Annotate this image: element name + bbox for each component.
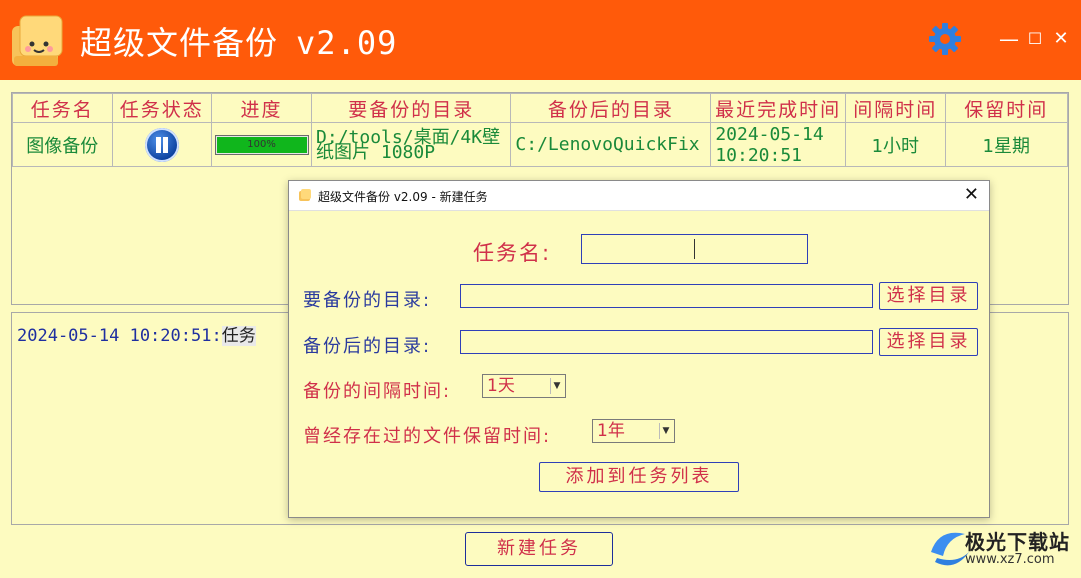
title-bar: 超级文件备份 v2.09 — ☐ ✕ (0, 0, 1081, 80)
dialog-title-bar: 超级文件备份 v2.09 - 新建任务 ✕ (289, 181, 989, 211)
interval-value: 1天 (487, 376, 515, 396)
header-dest-dir[interactable]: 备份后的目录 (510, 93, 712, 123)
app-title: 超级文件备份 v2.09 (80, 18, 397, 64)
text-cursor (694, 239, 695, 259)
task-name-input[interactable] (581, 234, 808, 264)
source-dir-input[interactable] (460, 284, 873, 308)
pick-dest-dir-button[interactable]: 选择目录 (879, 328, 978, 356)
interval-label: 备份的间隔时间: (303, 381, 452, 402)
cell-source-dir[interactable]: D:/tools/桌面/4K壁纸图片 1080P (311, 122, 512, 167)
app-logo-icon (12, 15, 63, 66)
progress-bar: 100% (214, 135, 309, 155)
table-row[interactable]: 图像备份 100% D:/tools/桌面/4K壁纸图片 1080P C:/Le… (12, 122, 1069, 167)
log-line: 2024-05-14 10:20:51:任务 (17, 321, 256, 346)
dest-dir-label: 备份后的目录: (303, 336, 432, 357)
app-logo-icon (299, 189, 311, 201)
interval-select[interactable]: 1天 ▼ (482, 374, 566, 398)
cell-interval[interactable]: 1小时 (845, 122, 946, 167)
table-header-row: 任务名 任务状态 进度 要备份的目录 备份后的目录 最近完成时间 间隔时间 保留… (12, 93, 1069, 123)
close-icon[interactable]: ✕ (1050, 26, 1072, 52)
progress-label: 100% (247, 139, 276, 150)
watermark-url: www.xz7.com (965, 552, 1055, 567)
new-task-button[interactable]: 新建任务 (465, 532, 613, 566)
header-progress[interactable]: 进度 (211, 93, 313, 123)
pick-source-dir-button[interactable]: 选择目录 (879, 282, 978, 310)
minimize-icon[interactable]: — (998, 26, 1020, 52)
close-icon[interactable]: ✕ (964, 184, 979, 205)
dest-dir-input[interactable] (460, 330, 873, 354)
header-source-dir[interactable]: 要备份的目录 (311, 93, 512, 123)
keep-label: 曾经存在过的文件保留时间: (303, 426, 552, 447)
keep-select[interactable]: 1年 ▼ (592, 419, 675, 443)
keep-value: 1年 (597, 421, 625, 441)
add-to-task-list-button[interactable]: 添加到任务列表 (539, 462, 739, 492)
app-name: 超级文件备份 (80, 24, 279, 62)
header-task-state[interactable]: 任务状态 (111, 93, 213, 123)
header-last-done[interactable]: 最近完成时间 (710, 93, 847, 123)
header-task-name[interactable]: 任务名 (12, 93, 113, 123)
app-version: v2.09 (296, 24, 398, 62)
dialog-title: 超级文件备份 v2.09 - 新建任务 (318, 190, 488, 204)
source-dir-label: 要备份的目录: (303, 290, 432, 311)
chevron-down-icon[interactable]: ▼ (659, 423, 672, 439)
maximize-icon[interactable]: ☐ (1024, 26, 1046, 52)
watermark-name: 极光下载站 (965, 530, 1070, 554)
new-task-dialog: 超级文件备份 v2.09 - 新建任务 ✕ 任务名: 要备份的目录: 选择目录 … (288, 180, 990, 518)
cell-task-state[interactable] (111, 122, 213, 167)
cell-progress: 100% (211, 122, 313, 167)
header-keep[interactable]: 保留时间 (944, 93, 1069, 123)
cell-last-done[interactable]: 2024-05-14 10:20:51 (710, 122, 847, 167)
task-name-label: 任务名: (473, 241, 552, 265)
header-interval[interactable]: 间隔时间 (845, 93, 946, 123)
cell-dest-dir[interactable]: C:/LenovoQuickFix (510, 122, 712, 167)
chevron-down-icon[interactable]: ▼ (550, 378, 563, 394)
cell-task-name[interactable]: 图像备份 (12, 122, 113, 167)
log-time: 2024-05-14 10:20:51: (17, 326, 222, 346)
pause-icon[interactable] (144, 127, 179, 162)
cell-keep[interactable]: 1星期 (944, 122, 1069, 167)
log-message: 任务 (221, 326, 256, 346)
gear-icon[interactable] (928, 22, 962, 56)
